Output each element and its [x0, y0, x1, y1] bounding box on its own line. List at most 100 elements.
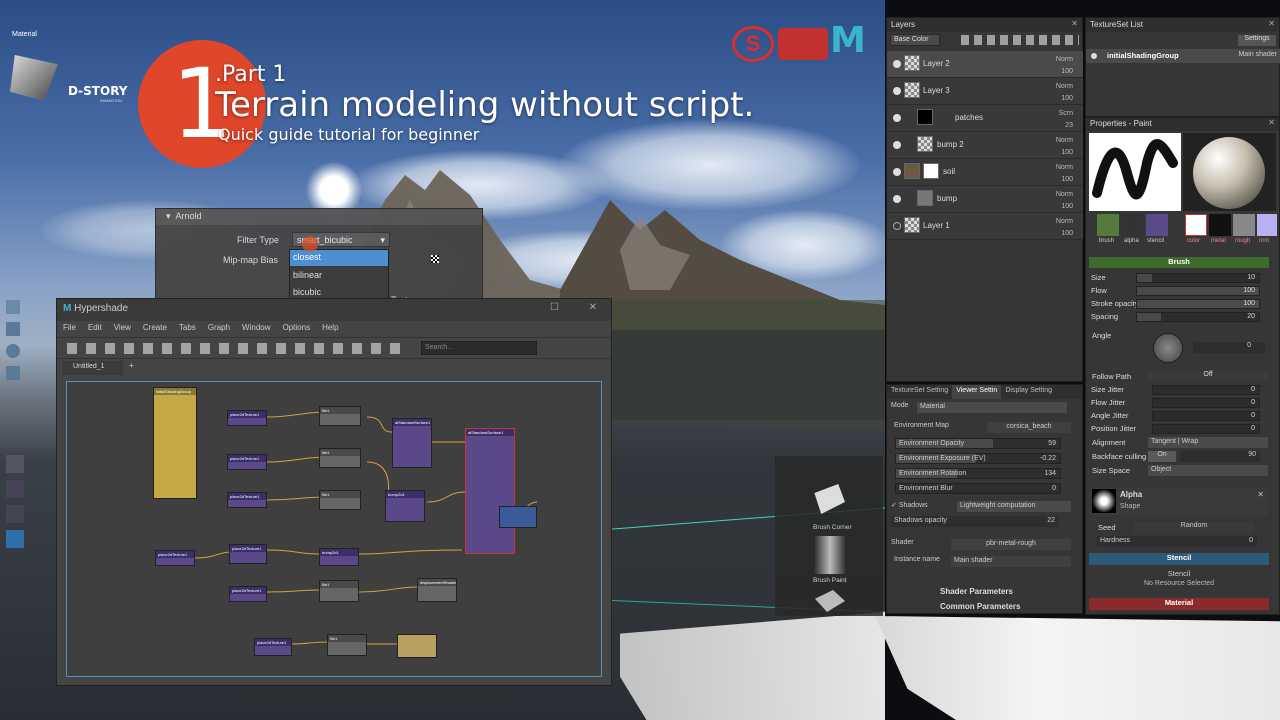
- close-icon[interactable]: ✕: [1071, 19, 1078, 28]
- rotate-tool-icon[interactable]: [6, 344, 20, 358]
- layer-blend[interactable]: Norm 100: [1056, 135, 1073, 159]
- layer-row[interactable]: patches Scrn 23: [887, 105, 1083, 132]
- hypershade-titlebar[interactable]: M Hypershade ✕ ☐: [57, 299, 611, 321]
- angle-input[interactable]: 0: [1193, 342, 1265, 353]
- instance-value[interactable]: Main shader: [951, 556, 1071, 567]
- close-icon[interactable]: ✕: [589, 302, 597, 313]
- skydome-node[interactable]: [397, 634, 437, 658]
- eye-icon[interactable]: [893, 168, 901, 176]
- jitter-slider[interactable]: 0: [1152, 385, 1260, 395]
- layer-blend[interactable]: Norm 100: [1056, 189, 1073, 213]
- file-node[interactable]: file1: [327, 634, 367, 656]
- place2d-node[interactable]: place2dTexture1: [229, 544, 267, 564]
- eye-icon[interactable]: [893, 195, 901, 203]
- common-params-header[interactable]: Common Parameters: [940, 602, 1020, 611]
- material-section-header[interactable]: Material: [1089, 598, 1269, 610]
- param-slider[interactable]: 100: [1136, 299, 1260, 309]
- place2d-node[interactable]: place2dTexture1: [155, 550, 195, 566]
- outliner-icon[interactable]: [6, 530, 24, 548]
- menu-view[interactable]: View: [114, 323, 131, 335]
- shadows-opacity-slider[interactable]: Shadows opacity 22: [891, 516, 1059, 527]
- settings-button[interactable]: Settings: [1238, 35, 1276, 46]
- close-icon[interactable]: ✕: [1268, 19, 1275, 28]
- place2d-node[interactable]: place2dTexture1: [229, 586, 267, 602]
- menu-window[interactable]: Window: [242, 323, 270, 335]
- menu-file[interactable]: File: [63, 323, 76, 335]
- backface-toggle[interactable]: On: [1148, 451, 1176, 462]
- alignment-select[interactable]: Tangent | Wrap: [1148, 437, 1268, 448]
- sampler-node[interactable]: bump2d1: [319, 548, 359, 566]
- tab-untitled[interactable]: Untitled_1: [63, 361, 123, 375]
- file-node[interactable]: file1: [319, 490, 361, 510]
- node-graph-canvas[interactable]: initialShadingGroup place2dTexture1 plac…: [66, 381, 602, 677]
- layout-icon[interactable]: [6, 455, 24, 473]
- hardness-slider[interactable]: Hardness 0: [1097, 536, 1257, 547]
- option-closest[interactable]: closest: [290, 250, 388, 266]
- layer-tool-icons[interactable]: [961, 35, 1079, 45]
- layer-row[interactable]: bump Norm 100: [887, 186, 1083, 213]
- mode-select[interactable]: Material: [917, 402, 1067, 413]
- place2d-node[interactable]: place2dTexture1: [227, 454, 267, 470]
- brush-section-header[interactable]: Brush: [1089, 257, 1269, 268]
- seed-button[interactable]: Random: [1134, 522, 1254, 533]
- metal-slot[interactable]: [1209, 214, 1231, 236]
- file-node[interactable]: file1: [319, 580, 359, 602]
- layer-blend[interactable]: Scrn 23: [1059, 108, 1073, 132]
- menu-graph[interactable]: Graph: [208, 323, 230, 335]
- checker-icon[interactable]: [431, 255, 439, 263]
- file-node[interactable]: file1: [319, 406, 361, 426]
- add-tab-button[interactable]: +: [129, 361, 134, 370]
- tab-viewer-settings[interactable]: Viewer Settin: [952, 385, 1002, 399]
- param-slider[interactable]: 100: [1136, 286, 1260, 296]
- angle-dial[interactable]: [1153, 333, 1183, 363]
- place2d-node[interactable]: place2dTexture1: [227, 492, 267, 508]
- layer-row[interactable]: soil Norm 100: [887, 159, 1083, 186]
- toolbar-icons[interactable]: [67, 343, 407, 354]
- place2d-node[interactable]: place2dTexture1: [227, 410, 267, 426]
- scale-tool-icon[interactable]: [6, 366, 20, 380]
- follow-path-toggle[interactable]: Off: [1148, 371, 1268, 381]
- rough-slot[interactable]: [1233, 214, 1255, 236]
- file-node[interactable]: file1: [319, 448, 361, 468]
- standard-surface-node[interactable]: aiStandardSurface1: [465, 428, 515, 554]
- close-icon[interactable]: ✕: [1257, 490, 1264, 499]
- split-layout-icon[interactable]: [6, 505, 24, 523]
- param-slider[interactable]: 20: [1136, 312, 1260, 322]
- menu-create[interactable]: Create: [143, 323, 167, 335]
- tab-display-settings[interactable]: Display Setting: [1001, 385, 1056, 399]
- eye-icon[interactable]: [893, 87, 901, 95]
- graph-search-input[interactable]: Search...: [421, 341, 537, 355]
- color-slot[interactable]: [1185, 214, 1207, 236]
- surface-node[interactable]: aiStandardSurface1: [392, 418, 432, 468]
- grid-layout-icon[interactable]: [6, 480, 24, 498]
- layer-row[interactable]: bump 2 Norm 100: [887, 132, 1083, 159]
- alpha-slot-icon[interactable]: [1121, 214, 1143, 236]
- place2d-node[interactable]: place2dTexture1: [254, 638, 292, 656]
- layer-row[interactable]: Layer 2 Norm 100: [887, 51, 1083, 78]
- layer-row[interactable]: Layer 3 Norm 100: [887, 78, 1083, 105]
- tab-textureset-settings[interactable]: TextureSet Setting: [887, 385, 952, 399]
- viewer-slider[interactable]: Environment Blur 0: [895, 483, 1061, 494]
- alpha-slot[interactable]: Alpha Shape ✕: [1090, 487, 1268, 515]
- shader-params-header[interactable]: Shader Parameters: [940, 587, 1013, 596]
- shader-select[interactable]: pbr-metal-rough: [951, 539, 1071, 550]
- move-tool-icon[interactable]: [6, 322, 20, 336]
- option-bilinear[interactable]: bilinear: [290, 266, 388, 283]
- brush-corner-thumb[interactable]: [814, 484, 845, 514]
- shader-output-node[interactable]: [499, 506, 537, 528]
- brush-thumb[interactable]: [815, 590, 845, 612]
- size-space-select[interactable]: Object: [1148, 465, 1268, 476]
- checkbox-icon[interactable]: ✓: [891, 502, 897, 509]
- brush-slot-icon[interactable]: [1097, 214, 1119, 236]
- channel-select[interactable]: Base Color: [890, 34, 940, 46]
- shading-group-node[interactable]: initialShadingGroup: [153, 387, 197, 499]
- layer-blend[interactable]: Norm 100: [1056, 162, 1073, 186]
- shadows-select[interactable]: Lightweight computation: [957, 501, 1071, 512]
- select-tool-icon[interactable]: [6, 300, 20, 314]
- jitter-slider[interactable]: 0: [1152, 398, 1260, 408]
- layer-blend[interactable]: Norm 100: [1056, 81, 1073, 105]
- viewer-slider[interactable]: Environment Rotation 134: [895, 468, 1061, 479]
- layer-row[interactable]: Layer 1 Norm 100: [887, 213, 1083, 240]
- brush-paint-thumb[interactable]: [813, 536, 847, 574]
- param-slider[interactable]: 10: [1136, 273, 1260, 283]
